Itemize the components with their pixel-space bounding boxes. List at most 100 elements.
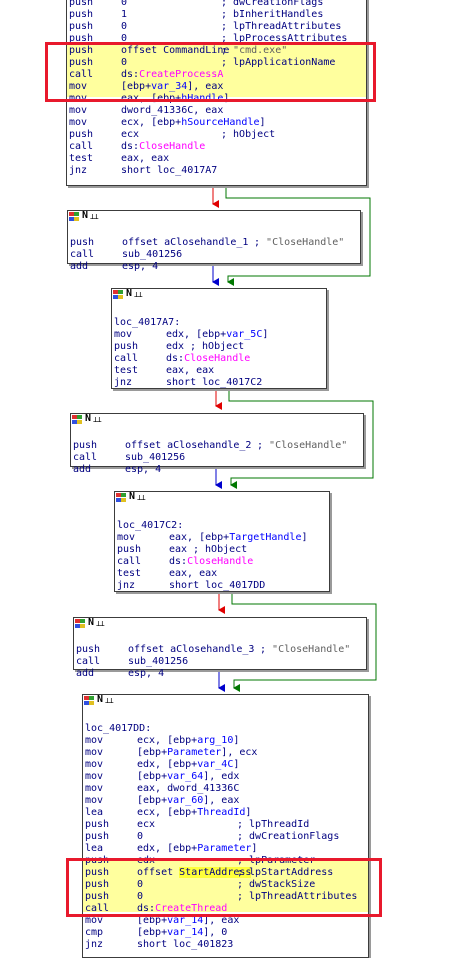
asm-instruction[interactable]: push edx ; lpParameter [85,855,365,867]
asm-instruction[interactable]: add esp, 4 [73,464,353,476]
asm-instruction[interactable]: push offset aClosehandle_2 ; "CloseHandle" [73,440,353,452]
asm-instruction[interactable]: call ds:CloseHandle [117,556,397,568]
asm-instruction[interactable]: mov [ebp+var_64], edx [85,771,365,783]
asm-instruction[interactable]: mov [ebp+var_14], eax [85,915,365,927]
block-header: N ⊥⊥ [74,617,366,629]
block-header: N ⊥⊥ [68,210,360,222]
graph-node-icon [84,696,94,705]
asm-instruction[interactable]: mov ecx, [ebp+hSourceHandle] [69,117,349,129]
asm-instruction[interactable]: jnz short loc_4017A7 [69,165,349,177]
block-label: loc_4017DD: [85,723,152,734]
operands: 1 [121,9,127,21]
operand-text: short loc_4017A7 [121,165,218,176]
asm-instruction[interactable]: push 0 ; dwCreationFlags [69,0,349,9]
stack-variable: Parameter [197,843,252,854]
asm-instruction[interactable]: mov edx, [ebp+var_5C] [114,329,394,341]
asm-instruction[interactable]: lea ecx, [ebp+ThreadId] [85,807,365,819]
asm-instruction[interactable]: jnz short loc_401823 [85,939,365,951]
operands: [ebp+var_64], edx [137,771,239,783]
code-block-closehandle-1[interactable]: N ⊥⊥ push offset aClosehandle_1 ; "CloseHan… [67,210,361,272]
asm-instruction[interactable]: mov [ebp+var_34], eax [69,81,349,93]
asm-instruction[interactable]: push ecx ; hObject [69,129,349,141]
asm-instruction[interactable]: add esp, 4 [70,261,350,273]
asm-instruction[interactable]: push 0 ; dwStackSize [85,879,365,891]
operand-suffix: ], edx [203,771,240,782]
operands: ds:CloseHandle [169,556,253,568]
operand-prefix: [ebp+ [137,927,168,938]
asm-instruction[interactable]: lea edx, [ebp+Parameter] [85,843,365,855]
operand-suffix: ] [233,735,240,746]
operand-prefix: [ebp+ [137,915,168,926]
code-block-closehandle-3[interactable]: N ⊥⊥ push offset aClosehandle_3 ; "CloseHan… [73,617,367,679]
code-block-createprocess[interactable]: push 0 ; dwCreationFlags push 1 ; bInheritHan… [66,0,367,186]
asm-instruction[interactable]: jnz short loc_4017C2 [114,377,394,389]
stack-variable: var_5C [226,329,263,340]
operands: 0 [137,891,143,903]
operand-text: offset aClosehandle_3 [128,644,255,655]
asm-instruction[interactable]: call ds:CreateProcessA [69,69,349,81]
mnemonic: call [76,656,101,667]
mnemonic: jnz [114,377,133,388]
code-block-loc-4017c2[interactable]: N ⊥⊥ loc_4017C2: mov eax, [ebp+TargetHandl… [114,491,330,592]
operands: edx, [ebp+var_5C] [166,329,268,341]
asm-instruction[interactable]: call sub_401256 [70,249,350,261]
asm-instruction[interactable]: test eax, eax [114,365,394,377]
asm-instruction[interactable]: push 0 ; lpApplicationName [69,57,349,69]
operand-prefix: edx, [ebp+ [137,759,198,770]
comment: ; lpStartAddress [237,867,334,878]
code-block-closehandle-2[interactable]: N ⊥⊥ push offset aClosehandle_2 ; "CloseHan… [70,413,364,475]
asm-instruction[interactable]: mov dword_41336C, eax [69,105,349,117]
operand-text: 0 [121,0,128,8]
operand-text: eax, eax [166,365,215,376]
mnemonic: push [85,879,110,890]
asm-instruction[interactable]: jnz short loc_4017DD [117,580,397,592]
asm-instruction[interactable]: push offset CommandLine; "cmd.exe" [69,45,349,57]
asm-instruction[interactable]: add esp, 4 [76,668,356,680]
operands: ds:CreateProcessA [121,69,223,81]
asm-instruction[interactable]: test eax, eax [117,568,397,580]
asm-instruction[interactable]: call sub_401256 [76,656,356,668]
operand-text: edx [166,341,185,352]
stack-variable: Parameter [167,747,222,758]
asm-instruction[interactable]: call ds:CloseHandle [114,353,394,365]
asm-instruction[interactable]: mov eax, [ebp+TargetHandle] [117,532,397,544]
code-block-loc-4017a7[interactable]: N ⊥⊥ loc_4017A7: mov edx, [ebp+var_5C] push… [111,288,327,389]
asm-instruction[interactable]: push 0 ; lpProcessAttributes [69,33,349,45]
asm-instruction[interactable]: call ds:CloseHandle [69,141,349,153]
asm-instruction[interactable]: push 1 ; bInheritHandles [69,9,349,21]
operands: ecx [121,129,139,141]
asm-instruction[interactable]: push offset aClosehandle_3 ; "CloseHandle" [76,644,356,656]
asm-instruction[interactable]: test eax, eax [69,153,349,165]
comment: ; lpProcessAttributes [221,33,348,44]
asm-instruction[interactable]: mov [ebp+Parameter], ecx [85,747,365,759]
operands: eax, eax [169,568,217,580]
operand-prefix: ecx, [ebp+ [121,117,182,128]
asm-instruction[interactable]: push offset StartAddress; lpStartAddress [85,867,365,879]
operand-text: offset CommandLine [121,45,230,56]
asm-instruction[interactable]: mov [ebp+var_60], eax [85,795,365,807]
asm-instruction[interactable]: push 0 ; lpThreadAttributes [69,21,349,33]
comment: ; lpThreadAttributes [221,21,342,32]
asm-instruction[interactable]: push 0 ; dwCreationFlags [85,831,365,843]
asm-instruction[interactable]: push eax ; hObject [117,544,397,556]
asm-instruction[interactable]: mov edx, [ebp+var_4C] [85,759,365,771]
mnemonic: mov [69,117,88,128]
operand-text: eax [169,544,188,555]
operands: eax, [ebp+TargetHandle] [169,532,308,544]
asm-instruction[interactable]: push 0 ; lpThreadAttributes [85,891,365,903]
operands: sub_401256 [128,656,188,668]
asm-instruction[interactable]: mov eax, [ebp+hHandle] [69,93,349,105]
asm-instruction[interactable]: push edx ; hObject [114,341,394,353]
asm-instruction[interactable]: push ecx ; lpThreadId [85,819,365,831]
comment: ; hObject [190,341,245,352]
operand-prefix: offset [137,867,180,878]
asm-instruction[interactable]: call sub_401256 [73,452,353,464]
asm-instruction[interactable]: mov ecx, [ebp+arg_10] [85,735,365,747]
code-block-loc-4017dd[interactable]: N ⊥⊥ loc_4017DD: mov ecx, [ebp+arg_10] mov[… [82,694,369,958]
asm-instruction[interactable]: call ds:CreateThread [85,903,365,915]
asm-instruction[interactable]: cmp [ebp+var_14], 0 [85,927,365,939]
asm-instruction[interactable]: push offset aClosehandle_1 ; "CloseHandle" [70,237,350,249]
mnemonic: mov [85,783,104,794]
operands: 0 [121,33,127,45]
asm-instruction[interactable]: mov eax, dword_41336C [85,783,365,795]
